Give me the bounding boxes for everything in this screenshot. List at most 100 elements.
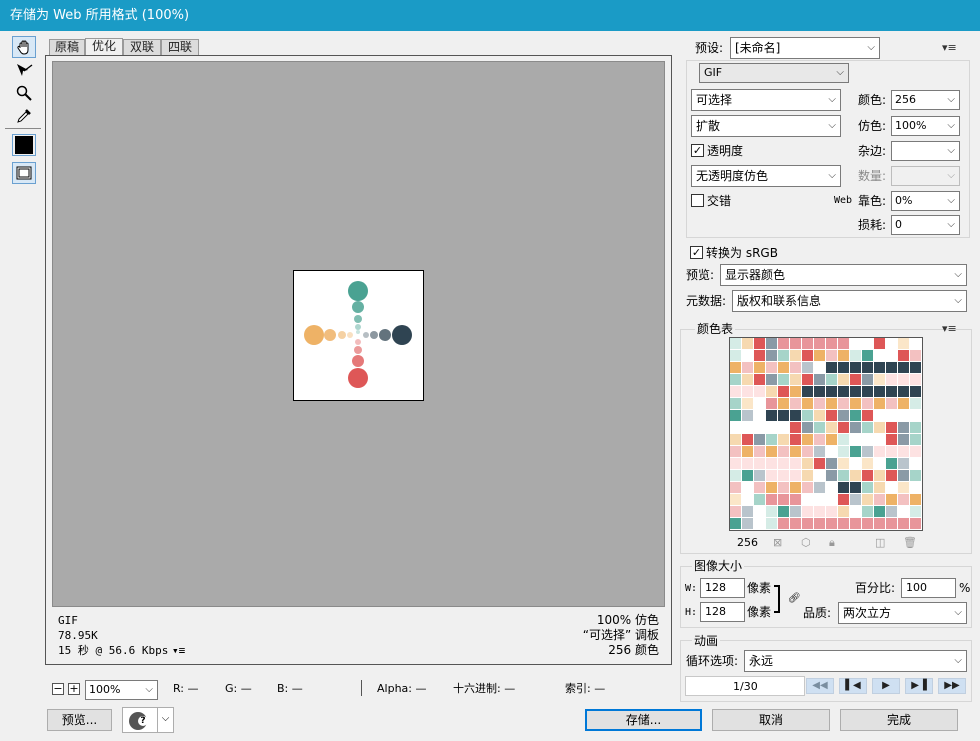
color-swatch[interactable]: [886, 482, 898, 494]
color-swatch[interactable]: [910, 398, 922, 410]
zoom-in-button[interactable]: +: [68, 683, 80, 695]
color-swatch[interactable]: [790, 482, 802, 494]
color-swatch[interactable]: [862, 398, 874, 410]
color-swatch[interactable]: [838, 446, 850, 458]
color-swatch[interactable]: [910, 338, 922, 350]
color-swatch[interactable]: [850, 458, 862, 470]
color-swatch[interactable]: [838, 398, 850, 410]
color-swatch[interactable]: [742, 506, 754, 518]
color-swatch[interactable]: [742, 422, 754, 434]
color-swatch[interactable]: [826, 482, 838, 494]
color-swatch[interactable]: [730, 458, 742, 470]
color-swatch[interactable]: [814, 518, 826, 530]
color-swatch[interactable]: [814, 434, 826, 446]
color-swatch[interactable]: [802, 446, 814, 458]
color-swatch[interactable]: [838, 482, 850, 494]
color-swatch[interactable]: [742, 482, 754, 494]
color-swatch[interactable]: [814, 386, 826, 398]
color-swatch[interactable]: [850, 338, 862, 350]
color-swatch[interactable]: [838, 506, 850, 518]
color-swatch[interactable]: [874, 494, 886, 506]
color-swatch[interactable]: [874, 482, 886, 494]
map-to-transparent-icon[interactable]: ⊠: [773, 536, 782, 549]
color-swatch[interactable]: [886, 434, 898, 446]
color-swatch[interactable]: [898, 374, 910, 386]
link-icon[interactable]: 🔗︎: [788, 593, 801, 604]
color-swatch[interactable]: [742, 458, 754, 470]
color-swatch[interactable]: [886, 338, 898, 350]
color-swatch[interactable]: [802, 434, 814, 446]
color-swatch[interactable]: [766, 482, 778, 494]
color-swatch[interactable]: [910, 350, 922, 362]
color-swatch[interactable]: [814, 494, 826, 506]
transparency-dither-select[interactable]: 无透明度仿色 ⌵: [691, 165, 841, 187]
color-swatch[interactable]: [730, 506, 742, 518]
color-swatch[interactable]: [754, 446, 766, 458]
color-swatch[interactable]: [862, 458, 874, 470]
done-button[interactable]: 完成: [840, 709, 958, 731]
color-swatch[interactable]: [742, 470, 754, 482]
play-icon[interactable]: ▶: [872, 678, 900, 694]
color-swatch[interactable]: [754, 386, 766, 398]
color-swatch[interactable]: [766, 350, 778, 362]
color-swatch[interactable]: [898, 410, 910, 422]
color-swatch[interactable]: [802, 398, 814, 410]
color-swatch[interactable]: [814, 446, 826, 458]
color-swatch[interactable]: [730, 470, 742, 482]
color-swatch[interactable]: [742, 434, 754, 446]
color-swatch[interactable]: [862, 518, 874, 530]
color-swatch[interactable]: [910, 482, 922, 494]
color-swatch[interactable]: [898, 398, 910, 410]
color-swatch[interactable]: [814, 398, 826, 410]
color-swatch[interactable]: [826, 446, 838, 458]
color-swatch[interactable]: [826, 350, 838, 362]
color-swatch[interactable]: [802, 506, 814, 518]
color-swatch[interactable]: [838, 470, 850, 482]
web-snap-combo[interactable]: 0% ⌵: [891, 191, 960, 211]
cancel-button[interactable]: 取消: [712, 709, 830, 731]
first-frame-icon[interactable]: ◀◀: [806, 678, 834, 694]
color-swatch[interactable]: [874, 434, 886, 446]
color-swatch[interactable]: [790, 518, 802, 530]
color-swatch[interactable]: [802, 470, 814, 482]
color-swatch[interactable]: [754, 362, 766, 374]
color-swatch[interactable]: [886, 446, 898, 458]
preview-button[interactable]: 预览...: [47, 709, 112, 731]
color-swatch[interactable]: [742, 518, 754, 530]
color-swatch[interactable]: [850, 482, 862, 494]
color-swatch[interactable]: [814, 482, 826, 494]
color-swatch[interactable]: [766, 374, 778, 386]
color-swatch[interactable]: [778, 410, 790, 422]
color-swatch[interactable]: [766, 398, 778, 410]
color-swatch[interactable]: [910, 410, 922, 422]
color-swatch[interactable]: [874, 350, 886, 362]
color-swatch[interactable]: [778, 350, 790, 362]
color-swatch[interactable]: [802, 374, 814, 386]
color-swatch[interactable]: [838, 374, 850, 386]
color-swatch[interactable]: [826, 434, 838, 446]
color-swatch[interactable]: [814, 338, 826, 350]
eyedropper-icon[interactable]: [12, 105, 36, 127]
color-swatch[interactable]: [862, 362, 874, 374]
color-swatch[interactable]: [886, 494, 898, 506]
color-swatch[interactable]: [862, 470, 874, 482]
color-swatch[interactable]: [790, 386, 802, 398]
color-swatch[interactable]: [802, 338, 814, 350]
color-swatch[interactable]: [730, 482, 742, 494]
tab-optimized[interactable]: 优化: [85, 38, 123, 56]
color-swatch[interactable]: [898, 338, 910, 350]
color-swatch[interactable]: [898, 518, 910, 530]
color-swatch[interactable]: [742, 410, 754, 422]
color-swatch[interactable]: [826, 518, 838, 530]
color-swatch[interactable]: [790, 350, 802, 362]
color-swatch[interactable]: [766, 506, 778, 518]
color-swatch[interactable]: [886, 422, 898, 434]
color-swatch[interactable]: [886, 470, 898, 482]
color-swatch[interactable]: [778, 518, 790, 530]
color-swatch[interactable]: [790, 338, 802, 350]
convert-srgb-checkbox[interactable]: ✓: [690, 246, 703, 259]
color-swatch[interactable]: [826, 386, 838, 398]
color-swatch[interactable]: [814, 458, 826, 470]
color-swatch[interactable]: [826, 362, 838, 374]
color-swatch[interactable]: [838, 338, 850, 350]
